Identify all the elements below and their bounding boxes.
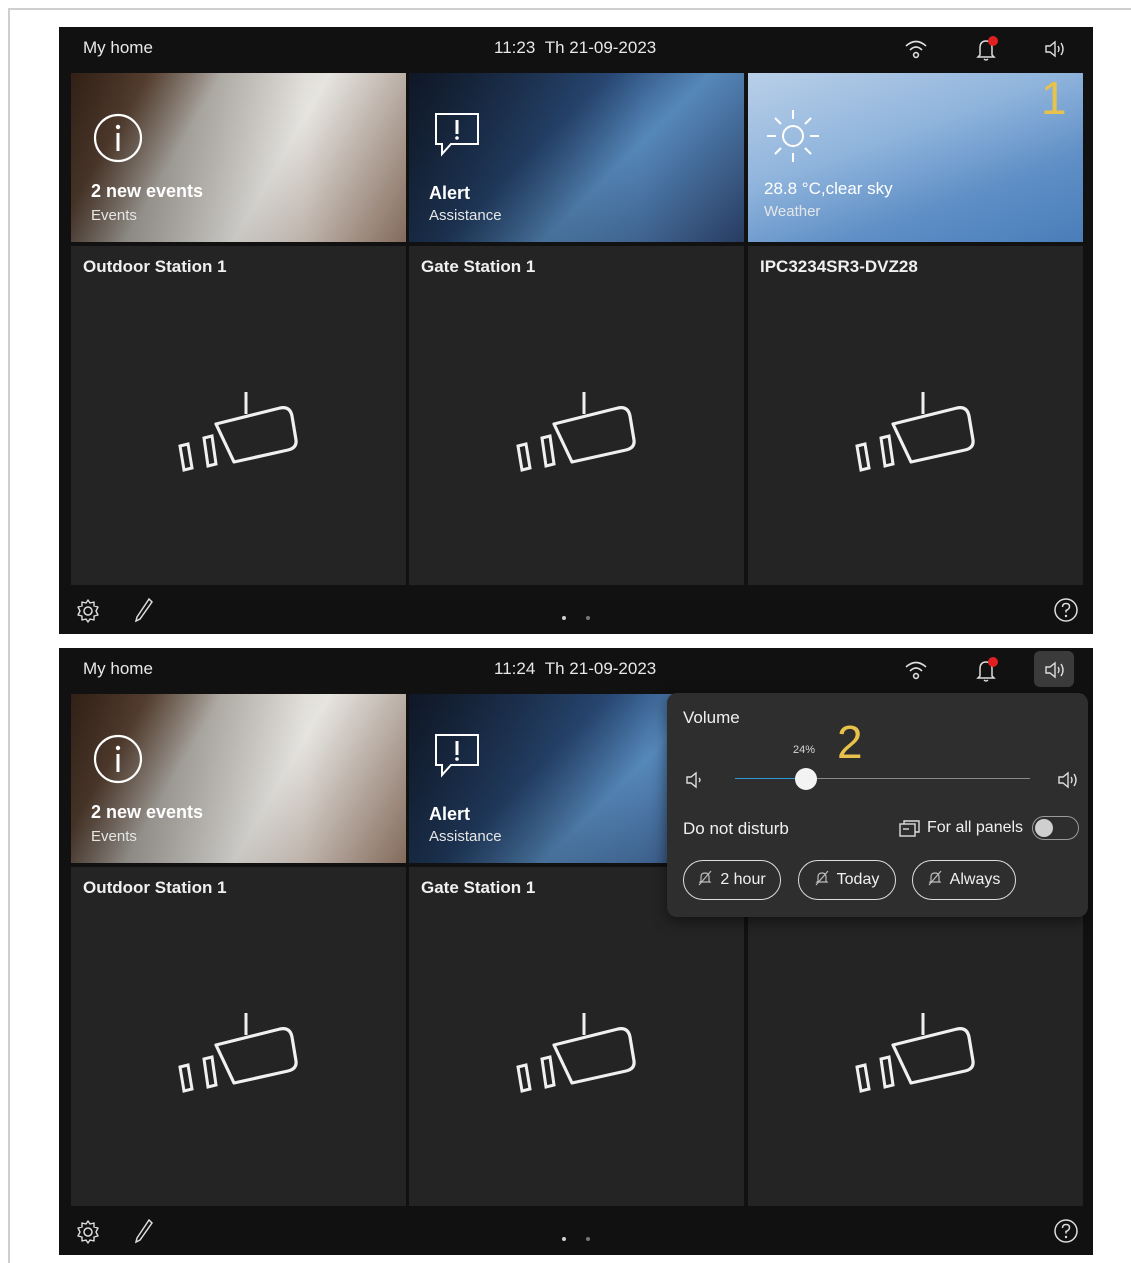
- camera-tile[interactable]: Outdoor Station 1: [71, 246, 406, 585]
- camera-tile[interactable]: Outdoor Station 1: [71, 867, 406, 1206]
- bell-off-icon: [698, 870, 712, 891]
- tile-subtitle: Events: [91, 207, 137, 224]
- tile-subtitle: Weather: [764, 203, 821, 220]
- help-icon[interactable]: [1053, 1218, 1079, 1249]
- camera-icon: [853, 1007, 977, 1108]
- pen-icon[interactable]: [134, 597, 154, 628]
- page-indicator[interactable]: [562, 1228, 610, 1246]
- dnd-label: Do not disturb: [683, 819, 789, 838]
- page-dot[interactable]: [562, 1237, 566, 1241]
- speaker-icon[interactable]: [1041, 35, 1069, 63]
- panel-screen-1: My home 11:23 Th 21-09-2023 2 new events…: [59, 27, 1093, 634]
- events-tile[interactable]: 2 new events Events: [71, 73, 406, 242]
- camera-tile[interactable]: IPC3234SR3-DVZ28: [748, 246, 1083, 585]
- page-dot[interactable]: [586, 1237, 590, 1241]
- top-bar: My home 11:24 Th 21-09-2023: [59, 648, 1093, 692]
- frame-border: [8, 8, 10, 1263]
- page-dot[interactable]: [562, 616, 566, 620]
- events-tile[interactable]: 2 new events Events: [71, 694, 406, 863]
- date: Th 21-09-2023: [544, 38, 657, 57]
- volume-low-icon: [684, 768, 708, 797]
- info-icon: [93, 734, 143, 789]
- pen-icon[interactable]: [134, 1218, 154, 1249]
- sun-icon: [764, 107, 822, 170]
- wifi-icon[interactable]: [902, 35, 930, 63]
- camera-icon: [176, 1007, 300, 1108]
- callout-marker: 1: [1041, 72, 1067, 124]
- wifi-icon[interactable]: [902, 656, 930, 684]
- camera-name: Gate Station 1: [421, 878, 536, 897]
- camera-name: IPC3234SR3-DVZ28: [760, 257, 918, 276]
- alert-bubble-icon: [433, 732, 481, 785]
- camera-icon: [514, 1007, 638, 1108]
- volume-percent: 24%: [793, 744, 816, 756]
- weather-tile[interactable]: 28.8 °C,clear sky Weather: [748, 73, 1083, 242]
- clock: 11:23 Th 21-09-2023: [494, 38, 656, 58]
- assistance-tile[interactable]: Alert Assistance: [409, 73, 744, 242]
- alert-bubble-icon: [433, 111, 481, 164]
- tile-title: 2 new events: [91, 802, 204, 822]
- dnd-2-hour-button[interactable]: 2 hour: [683, 860, 781, 900]
- camera-name: Outdoor Station 1: [83, 257, 227, 276]
- panel-screen-2: My home 11:24 Th 21-09-2023 2 new events…: [59, 648, 1093, 1255]
- page-dot[interactable]: [586, 616, 590, 620]
- camera-name: Gate Station 1: [421, 257, 536, 276]
- tile-subtitle: Assistance: [429, 207, 502, 224]
- bell-off-icon: [815, 870, 829, 891]
- info-icon: [93, 113, 143, 168]
- panels-icon: [899, 819, 921, 844]
- chip-label: 2 hour: [720, 871, 766, 888]
- page-indicator[interactable]: [562, 607, 610, 625]
- tile-subtitle: Assistance: [429, 828, 502, 845]
- dnd-always-button[interactable]: Always: [912, 860, 1016, 900]
- camera-name: Outdoor Station 1: [83, 878, 227, 897]
- dnd-today-button[interactable]: Today: [798, 860, 896, 900]
- all-panels-label: For all panels: [927, 819, 1024, 836]
- date: Th 21-09-2023: [544, 659, 657, 678]
- tile-title: 2 new events: [91, 181, 204, 201]
- gear-icon[interactable]: [75, 598, 101, 629]
- toggle-knob: [1035, 819, 1053, 837]
- tile-title: 28.8 °C,clear sky: [764, 179, 893, 198]
- bottom-bar: [59, 585, 1093, 634]
- camera-icon: [853, 386, 977, 487]
- bell-icon[interactable]: [972, 656, 1000, 684]
- callout-marker: 2: [837, 716, 863, 768]
- volume-title: Volume: [683, 708, 740, 727]
- camera-icon: [514, 386, 638, 487]
- speaker-icon[interactable]: [1041, 656, 1069, 684]
- volume-slider-handle[interactable]: [794, 768, 817, 790]
- home-title: My home: [83, 659, 153, 678]
- bell-icon[interactable]: [972, 35, 1000, 63]
- all-panels-toggle[interactable]: [1032, 816, 1079, 840]
- bottom-bar: [59, 1206, 1093, 1255]
- camera-tile[interactable]: Gate Station 1: [409, 867, 744, 1206]
- bell-off-icon: [928, 870, 942, 891]
- gear-icon[interactable]: [75, 1219, 101, 1250]
- tile-title: Alert: [429, 183, 471, 203]
- volume-high-icon: [1057, 768, 1081, 797]
- chip-label: Always: [949, 871, 1001, 888]
- camera-icon: [176, 386, 300, 487]
- frame-border: [8, 8, 1131, 10]
- tile-title: Alert: [429, 804, 471, 824]
- chip-label: Today: [836, 871, 880, 888]
- camera-tile[interactable]: [748, 867, 1083, 1206]
- top-bar: My home 11:23 Th 21-09-2023: [59, 27, 1093, 71]
- volume-popup: Volume 24% 2 Do not disturb For all pane…: [667, 693, 1088, 917]
- help-icon[interactable]: [1053, 597, 1079, 628]
- clock: 11:24 Th 21-09-2023: [494, 659, 656, 679]
- home-title: My home: [83, 38, 153, 57]
- tile-subtitle: Events: [91, 828, 137, 845]
- time: 11:23: [494, 38, 536, 57]
- time: 11:24: [494, 659, 536, 678]
- camera-tile[interactable]: Gate Station 1: [409, 246, 744, 585]
